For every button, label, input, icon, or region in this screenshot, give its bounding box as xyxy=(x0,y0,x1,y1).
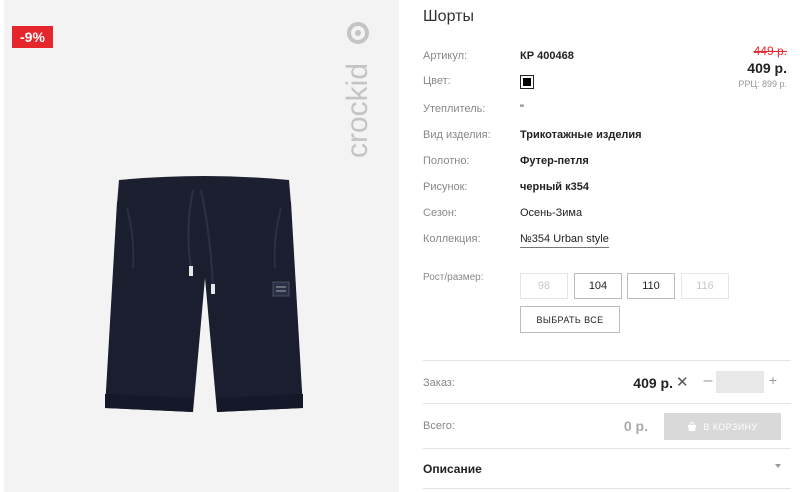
divider xyxy=(423,448,791,449)
price-block: 449 р. 409 р. РРЦ: 899 р. xyxy=(738,44,787,89)
product-details: Шорты 449 р. 409 р. РРЦ: 899 р. Артикул:… xyxy=(423,0,791,492)
attr-value: Трикотажные изделия xyxy=(520,129,642,141)
current-price: 409 р. xyxy=(747,60,787,76)
order-label: Заказ: xyxy=(423,377,455,389)
attr-label: Рисунок: xyxy=(423,181,468,193)
product-image-panel[interactable]: -9% crockid xyxy=(4,0,399,492)
add-to-cart-label: В КОРЗИНУ xyxy=(703,421,758,432)
size-option-98[interactable]: 98 xyxy=(520,273,568,299)
description-toggle[interactable]: Описание xyxy=(423,462,482,476)
attr-value: черный к354 xyxy=(520,181,589,193)
chevron-down-icon[interactable] xyxy=(775,464,781,468)
size-label: Рост/размер: xyxy=(423,272,484,283)
size-option-116[interactable]: 116 xyxy=(681,273,729,299)
attr-value: Футер-петля xyxy=(520,155,589,167)
rrp-price: РРЦ: 899 р. xyxy=(738,79,787,89)
old-price: 449 р. xyxy=(753,44,787,58)
quantity-input[interactable] xyxy=(716,371,764,393)
brand-logo: crockid xyxy=(341,22,374,158)
attr-label: Сезон: xyxy=(423,207,457,219)
attr-label: Вид изделия: xyxy=(423,129,491,141)
divider xyxy=(423,403,791,404)
times-icon: ✕ xyxy=(676,374,689,391)
attr-value xyxy=(520,75,534,92)
divider xyxy=(423,360,791,361)
total-label: Всего: xyxy=(423,420,455,432)
swatch-fill xyxy=(523,78,531,86)
color-swatch[interactable] xyxy=(520,75,534,89)
size-option-104[interactable]: 104 xyxy=(574,273,622,299)
discount-badge: -9% xyxy=(12,26,53,48)
attr-value: Осень-Зима xyxy=(520,207,583,219)
attr-value: " xyxy=(520,103,524,115)
collection-link[interactable]: №354 Urban style xyxy=(520,233,609,248)
attr-label: Полотно: xyxy=(423,155,470,167)
attr-label: Коллекция: xyxy=(423,233,481,245)
total-value: 0 р. xyxy=(623,418,648,434)
attr-value: КР 400468 xyxy=(520,50,574,62)
attr-label: Цвет: xyxy=(423,75,451,87)
attr-label: Артикул: xyxy=(423,50,468,62)
size-option-110[interactable]: 110 xyxy=(627,273,675,299)
divider xyxy=(423,488,791,489)
decrease-quantity-button[interactable]: – xyxy=(701,372,715,392)
product-title: Шорты xyxy=(423,8,474,25)
brand-wordmark: crockid xyxy=(341,63,374,158)
shorts-image xyxy=(105,176,303,412)
add-to-cart-button[interactable]: В КОРЗИНУ xyxy=(664,413,781,440)
cart-icon xyxy=(688,421,697,431)
select-all-button[interactable]: ВЫБРАТЬ ВСЕ xyxy=(520,306,620,333)
attr-label: Утеплитель: xyxy=(423,103,486,115)
increase-quantity-button[interactable]: + xyxy=(766,372,780,392)
order-price: 409 р. xyxy=(633,375,673,391)
